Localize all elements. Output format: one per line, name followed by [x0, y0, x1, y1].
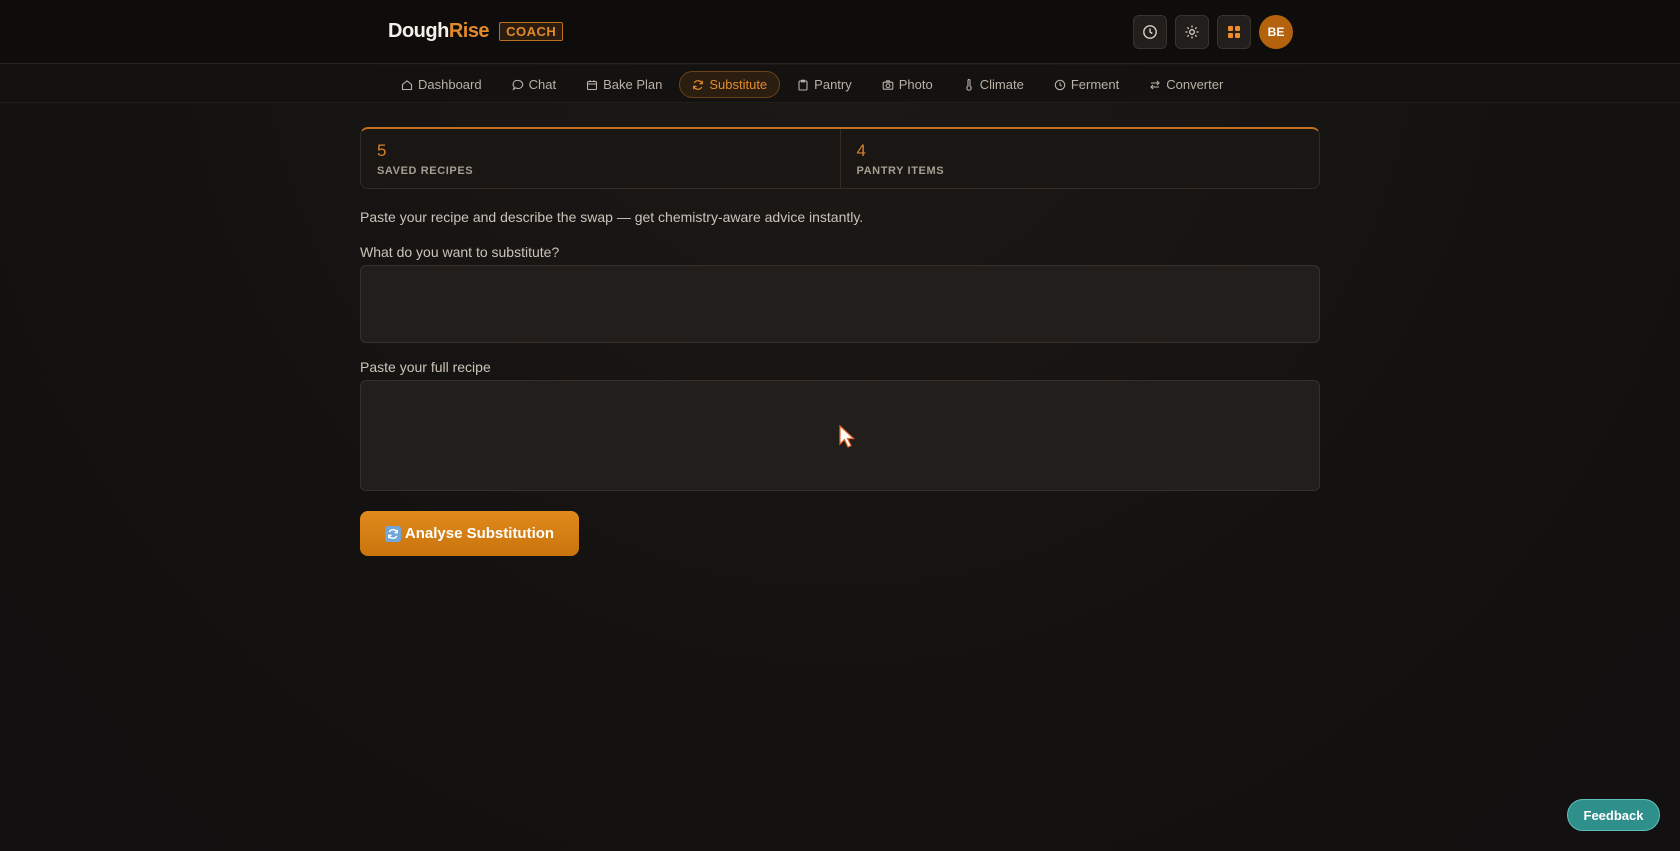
clock-icon: [1054, 79, 1066, 90]
saved-recipes-label: SAVED RECIPES: [377, 165, 474, 177]
nav-label: Ferment: [1070, 77, 1120, 92]
substitute-label: What do you want to substitute?: [360, 244, 560, 260]
clock-icon: [1143, 25, 1157, 39]
nav-label: Bake Plan: [603, 77, 663, 92]
history-button[interactable]: [1133, 15, 1167, 49]
grid-icon: [1228, 26, 1240, 38]
apps-button[interactable]: [1217, 15, 1251, 49]
main-nav: Dashboard Chat Bake Plan Substitute Pant…: [0, 65, 1680, 103]
gear-icon: [1185, 25, 1199, 39]
nav-item-ferment[interactable]: Ferment: [1041, 71, 1132, 98]
recipe-label: Paste your full recipe: [360, 359, 491, 375]
nav-label: Chat: [528, 77, 557, 92]
analyse-substitution-button[interactable]: Analyse Substitution: [360, 511, 579, 556]
camera-icon: [882, 79, 894, 90]
header-actions: BE: [1133, 15, 1293, 49]
avatar[interactable]: BE: [1259, 15, 1293, 49]
nav-label: Converter: [1166, 77, 1224, 92]
nav-item-substitute[interactable]: Substitute: [679, 71, 781, 98]
stat-saved-recipes: 5 SAVED RECIPES: [361, 129, 840, 188]
stat-pantry-items: 4 PANTRY ITEMS: [839, 129, 1320, 188]
intro-text: Paste your recipe and describe the swap …: [360, 209, 864, 225]
settings-button[interactable]: [1175, 15, 1209, 49]
nav-item-bake-plan[interactable]: Bake Plan: [573, 71, 675, 98]
top-header: DoughRise COACH BE: [0, 0, 1680, 64]
nav-label: Substitute: [709, 77, 768, 92]
analyse-button-label: Analyse Substitution: [404, 525, 555, 542]
feedback-button[interactable]: Feedback: [1567, 799, 1660, 831]
nav-item-climate[interactable]: Climate: [950, 71, 1037, 98]
logo-dough-text: Dough: [388, 20, 449, 42]
substitute-input[interactable]: [360, 265, 1320, 343]
logo-rise-text: Rise: [448, 20, 490, 42]
saved-recipes-count: 5: [377, 141, 387, 160]
nav-item-photo[interactable]: Photo: [869, 71, 946, 98]
nav-label: Photo: [898, 77, 933, 92]
coach-badge: COACH: [499, 22, 564, 41]
nav-label: Pantry: [814, 77, 852, 92]
pantry-items-label: PANTRY ITEMS: [856, 165, 945, 177]
thermometer-icon: [966, 78, 972, 91]
nav-label: Dashboard: [418, 77, 482, 92]
calendar-icon: [587, 79, 598, 90]
home-icon: [401, 79, 413, 90]
app-logo[interactable]: DoughRise COACH: [388, 20, 564, 43]
chat-bubble-icon: [512, 79, 523, 91]
refresh-icon: [384, 525, 401, 542]
clipboard-icon: [798, 79, 808, 91]
nav-item-pantry[interactable]: Pantry: [784, 71, 865, 98]
nav-item-chat[interactable]: Chat: [499, 71, 569, 98]
mouse-cursor-icon: [839, 424, 856, 448]
nav-item-dashboard[interactable]: Dashboard: [388, 71, 495, 98]
stats-card: 5 SAVED RECIPES 4 PANTRY ITEMS: [360, 127, 1320, 189]
nav-label: Climate: [979, 77, 1024, 92]
pantry-items-count: 4: [856, 141, 866, 160]
refresh-icon: [693, 79, 704, 90]
swap-arrows-icon: [1150, 80, 1160, 89]
nav-item-converter[interactable]: Converter: [1136, 71, 1236, 98]
